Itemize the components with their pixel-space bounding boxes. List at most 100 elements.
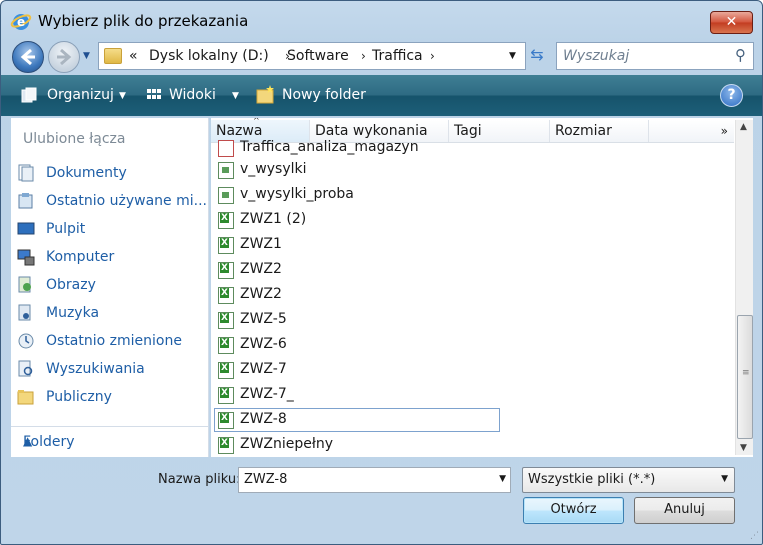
search-icon[interactable]: ⚲ <box>735 46 746 64</box>
excel-file-icon <box>218 412 234 429</box>
filetype-select[interactable]: Wszystkie pliki (*.*) ▼ <box>522 467 735 493</box>
organize-dropdown-icon[interactable]: ▼ <box>119 91 126 101</box>
folder-icon <box>104 48 122 64</box>
views-dropdown-icon[interactable]: ▼ <box>232 91 239 101</box>
search-box[interactable]: Wyszukaj ⚲ <box>556 42 754 70</box>
folders-toggle[interactable]: Foldery ▲ <box>11 426 208 458</box>
pictures-icon <box>18 276 31 293</box>
file-row[interactable]: ZWZ2 <box>215 284 497 306</box>
navigation-pane: Ulubione łącza Dokumenty Ostatnio używan… <box>11 118 209 457</box>
back-arrow-icon <box>20 48 35 66</box>
organize-button[interactable]: Organizuj <box>47 87 114 103</box>
breadcrumb-separator[interactable]: › <box>430 49 435 63</box>
filename-dropdown-icon[interactable]: ▼ <box>499 474 506 484</box>
excel-file-icon <box>218 437 234 454</box>
chevron-up-icon[interactable]: ▲ <box>23 434 198 448</box>
close-button[interactable]: ✕ <box>710 11 753 34</box>
back-button[interactable] <box>12 41 44 73</box>
grip-icon: ≡ <box>742 368 750 378</box>
searches-icon <box>18 360 33 377</box>
public-folder-icon <box>17 390 34 405</box>
excel-file-icon <box>218 237 234 254</box>
scroll-up-arrow-icon[interactable]: ▲ <box>740 122 747 132</box>
forward-arrow-icon <box>57 48 72 66</box>
file-row[interactable]: v_wysylki_proba <box>215 184 497 206</box>
cancel-button[interactable]: Anuluj <box>634 497 735 524</box>
window-title: Wybierz plik do przekazania <box>38 12 249 30</box>
excel-file-icon <box>218 337 234 354</box>
sidebar-item-public[interactable]: Publiczny <box>17 385 207 407</box>
column-header-size[interactable]: Rozmiar <box>550 120 649 142</box>
excel-file-icon <box>218 287 234 304</box>
music-icon <box>18 304 31 321</box>
file-row[interactable]: ZWZ-7 <box>215 359 497 381</box>
views-button[interactable]: Widoki <box>169 87 216 103</box>
search-input[interactable]: Wyszukaj <box>563 48 629 64</box>
file-row[interactable]: Traffica_analiza_magazyn <box>215 137 497 159</box>
help-button[interactable]: ? <box>720 84 743 107</box>
open-button[interactable]: Otwórz <box>523 497 624 524</box>
file-row[interactable]: v_wysylki <box>215 159 497 181</box>
command-toolbar: Organizuj ▼ Widoki ▼ Nowy folder ? <box>1 75 762 116</box>
internet-explorer-icon: e <box>10 14 32 30</box>
documents-icon <box>18 164 34 182</box>
new-folder-button[interactable]: Nowy folder <box>282 87 366 103</box>
vertical-scrollbar[interactable]: ▲ ≡ ▼ <box>735 120 753 455</box>
sidebar-item-pictures[interactable]: Obrazy <box>17 273 207 295</box>
file-list-pane: Nazwa ^ Data wykonania Tagi Rozmiar » Tr… <box>211 118 753 457</box>
file-row-selected[interactable]: ZWZ-8 <box>214 408 500 432</box>
title-bar: e Wybierz plik do przekazania ✕ <box>1 1 762 41</box>
desktop-icon <box>17 222 35 235</box>
sidebar-item-recently-changed[interactable]: Ostatnio zmienione <box>17 329 207 351</box>
file-row[interactable]: ZWZ2 <box>215 259 497 281</box>
sidebar-item-documents[interactable]: Dokumenty <box>17 161 207 183</box>
excel-file-icon <box>218 312 234 329</box>
recent-places-icon <box>18 193 33 209</box>
file-row[interactable]: ZWZniepełny <box>215 434 497 456</box>
resize-grip-icon[interactable]: ⋰ <box>750 531 759 541</box>
views-icon <box>147 89 161 99</box>
breadcrumb-traffica[interactable]: Traffica <box>372 48 423 64</box>
scrollbar-thumb[interactable]: ≡ <box>737 315 753 439</box>
sidebar-item-searches[interactable]: Wyszukiwania <box>17 357 207 379</box>
favorite-links-header: Ulubione łącza <box>23 131 126 147</box>
filename-input[interactable]: ZWZ-8 <box>244 472 287 487</box>
file-row[interactable]: ZWZ1 (2) <box>215 209 497 231</box>
breadcrumb-separator[interactable]: › <box>361 49 366 63</box>
address-bar[interactable]: « Dysk lokalny (D:) › Software › Traffic… <box>98 42 526 70</box>
excel-file-icon <box>218 387 234 404</box>
file-row[interactable]: ZWZ-7_ <box>215 384 497 406</box>
breadcrumb-software[interactable]: Software <box>287 48 349 64</box>
file-row[interactable]: ZWZ-5 <box>215 309 497 331</box>
sidebar-item-computer[interactable]: Komputer <box>17 245 207 267</box>
file-row[interactable]: ZWZ1 <box>215 234 497 256</box>
sort-ascending-icon: ^ <box>253 118 260 125</box>
recently-changed-icon <box>18 333 34 349</box>
address-dropdown-icon[interactable]: ▼ <box>509 51 516 61</box>
address-overflow[interactable]: « <box>129 48 138 64</box>
sidebar-item-recent-places[interactable]: Ostatnio używane mi... <box>17 189 207 211</box>
filetype-dropdown-icon[interactable]: ▼ <box>721 474 728 484</box>
forward-button[interactable] <box>48 41 80 73</box>
sidebar-item-music[interactable]: Muzyka <box>17 301 207 323</box>
close-icon: ✕ <box>725 14 738 30</box>
file-list: Traffica_analiza_magazyn v_wysylki v_wys… <box>211 139 734 457</box>
navigation-bar: ▼ « Dysk lokalny (D:) › Software › Traff… <box>1 39 762 73</box>
scroll-down-arrow-icon[interactable]: ▼ <box>740 443 747 453</box>
filename-label: Nazwa pliku: <box>158 472 241 487</box>
recent-pages-dropdown[interactable]: ▼ <box>83 51 93 61</box>
sidebar-item-desktop[interactable]: Pulpit <box>17 217 207 239</box>
file-row[interactable]: ZWZ-6 <box>215 334 497 356</box>
refresh-icon: ⇆ <box>530 45 544 64</box>
organize-icon <box>21 87 37 103</box>
refresh-button[interactable]: ⇆ <box>526 45 548 67</box>
more-columns-icon[interactable]: » <box>721 124 728 138</box>
pdf-file-icon <box>218 140 234 157</box>
filename-combobox[interactable]: ZWZ-8 ▼ <box>238 467 511 493</box>
excel-file-icon <box>218 212 234 229</box>
help-icon: ? <box>727 87 736 103</box>
document-file-icon <box>218 187 234 204</box>
dialog-footer: Nazwa pliku: ZWZ-8 ▼ Wszystkie pliki (*.… <box>1 459 762 544</box>
excel-file-icon <box>218 362 234 379</box>
breadcrumb-drive[interactable]: Dysk lokalny (D:) <box>149 48 269 64</box>
